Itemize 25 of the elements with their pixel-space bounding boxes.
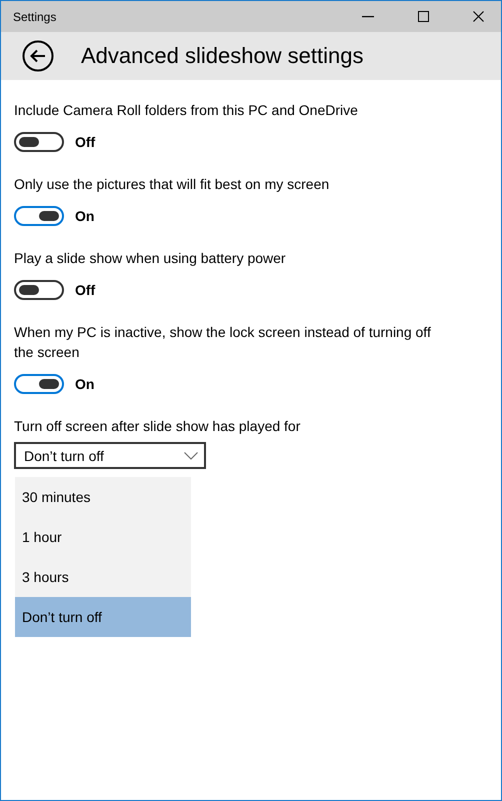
maximize-icon[interactable] bbox=[418, 11, 429, 22]
setting-label: Include Camera Roll folders from this PC and OneDrive bbox=[14, 101, 359, 120]
setting-label: When my PC is inactive, show the lock screen instead of turning off the screen bbox=[14, 323, 432, 362]
toggle-state: On bbox=[75, 376, 94, 392]
dropdown[interactable]: Don’t turn off bbox=[14, 442, 206, 469]
page-title: Advanced slideshow settings bbox=[81, 43, 364, 69]
close-icon[interactable] bbox=[473, 11, 484, 22]
toggle-switch[interactable] bbox=[14, 374, 64, 394]
setting-label: Only use the pictures that will fit best on my screen bbox=[14, 175, 330, 194]
dropdown-option[interactable]: 30 minutes bbox=[15, 477, 191, 517]
minimize-icon[interactable] bbox=[362, 16, 374, 18]
toggle-switch[interactable] bbox=[14, 206, 64, 226]
setting-label: Play a slide show when using battery power bbox=[14, 249, 287, 268]
back-icon[interactable] bbox=[22, 40, 54, 72]
dropdown-option[interactable]: 1 hour bbox=[15, 517, 191, 557]
toggle-state: Off bbox=[75, 282, 96, 298]
toggle-switch[interactable] bbox=[14, 132, 64, 152]
toggle-switch[interactable] bbox=[14, 280, 64, 300]
dropdown-label: Turn off screen after slide show has played for bbox=[14, 417, 302, 436]
chevron-down-icon bbox=[184, 452, 198, 460]
dropdown-option[interactable]: Don’t turn off bbox=[15, 597, 191, 637]
toggle-state: On bbox=[75, 208, 94, 224]
window-title: Settings bbox=[13, 10, 56, 24]
dropdown-option[interactable]: 3 hours bbox=[15, 557, 191, 597]
toggle-state: Off bbox=[75, 134, 96, 150]
